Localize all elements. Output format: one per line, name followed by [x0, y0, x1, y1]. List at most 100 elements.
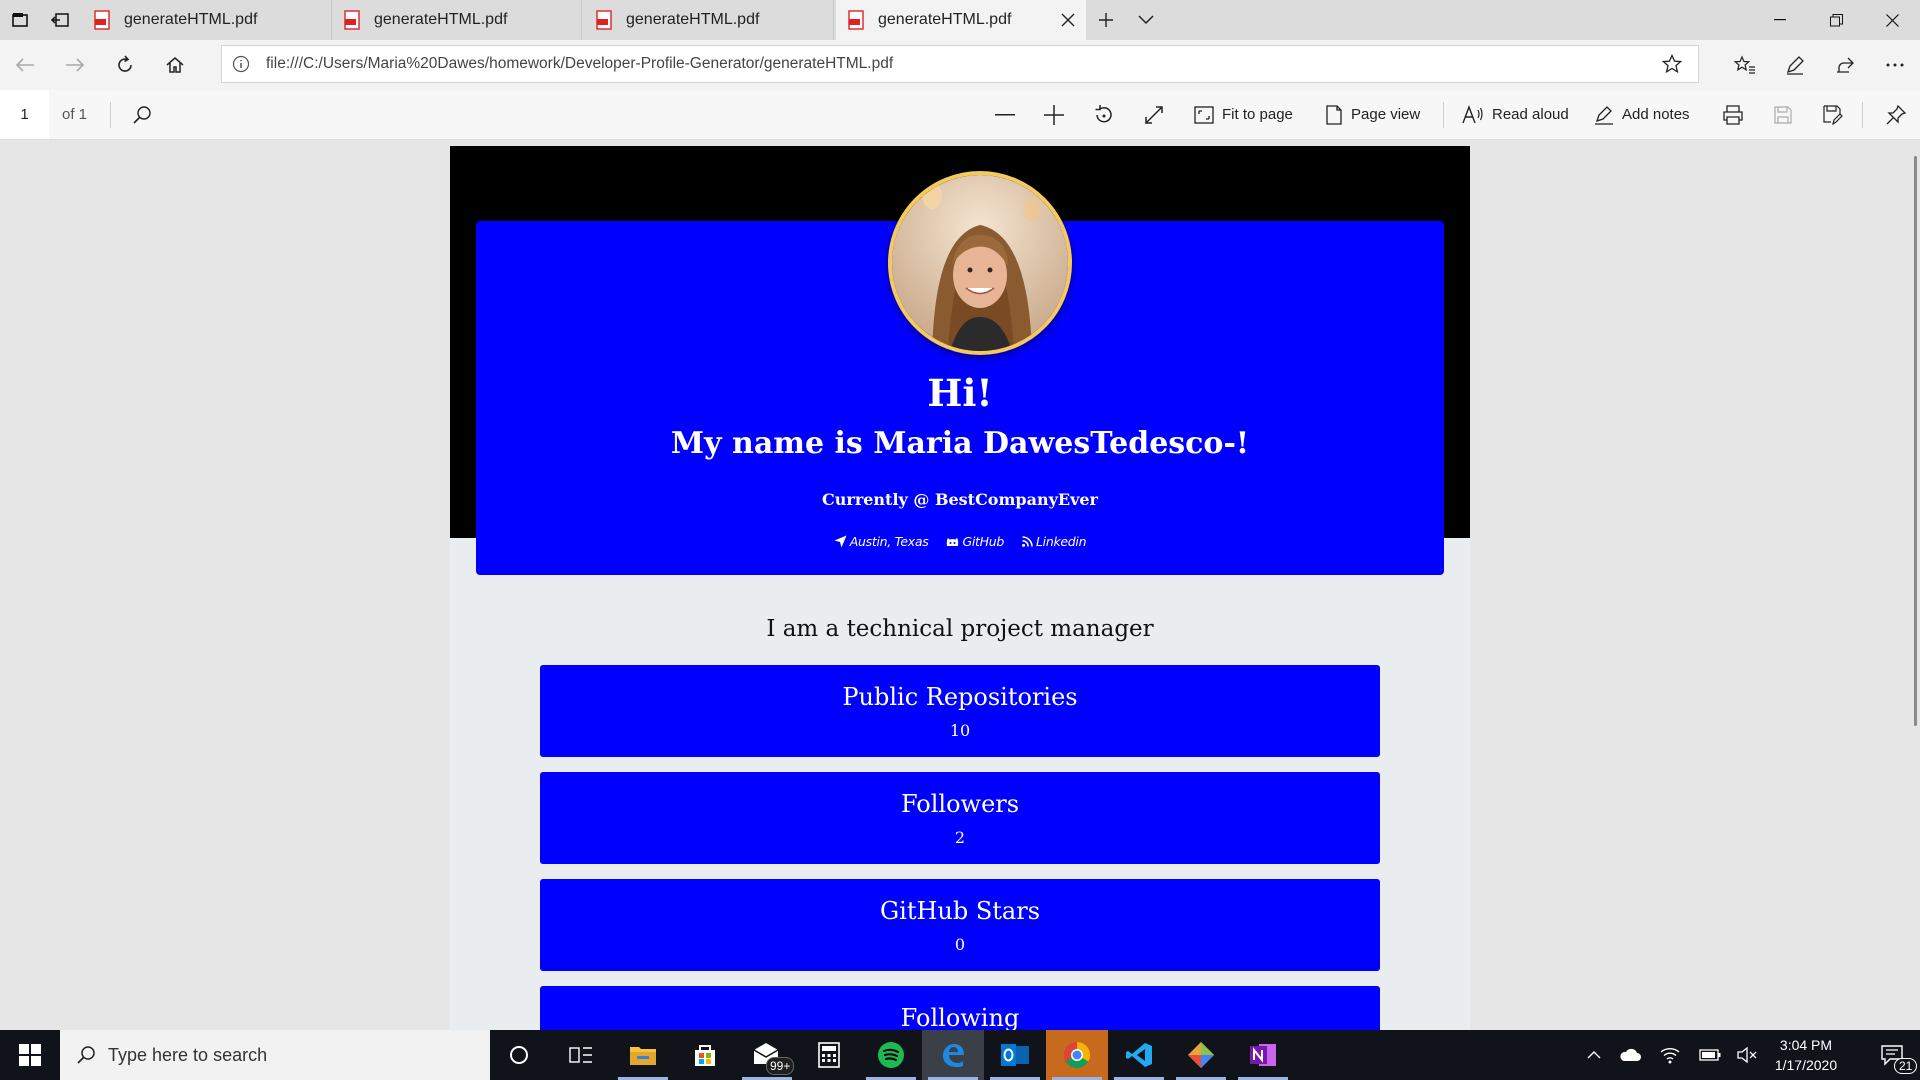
pdf-file-icon	[344, 10, 360, 30]
task-view-icon[interactable]	[550, 1030, 612, 1080]
github-icon	[947, 538, 959, 546]
wifi-icon[interactable]	[1652, 1030, 1688, 1080]
tab-generatehtml-active[interactable]: generateHTML.pdf	[836, 0, 1086, 40]
onenote-icon[interactable]	[1232, 1030, 1294, 1080]
pin-toolbar-icon[interactable]	[1874, 90, 1918, 139]
github-link[interactable]: GitHub	[946, 534, 1004, 549]
zoom-out-icon[interactable]	[983, 90, 1027, 139]
vscode-icon[interactable]	[1108, 1030, 1170, 1080]
add-notes-icon	[1595, 105, 1613, 125]
pdf-file-icon	[848, 10, 864, 30]
greeting-heading: Hi!	[927, 371, 993, 415]
set-tabs-aside-icon[interactable]	[40, 0, 80, 40]
pdf-document-view[interactable]: Hi! My name is Maria DawesTedesco-! Curr…	[0, 140, 1920, 1030]
tab-actions-icon[interactable]	[0, 0, 40, 40]
stat-card-following: Following	[540, 986, 1380, 1030]
stat-card-public-repositories: Public Repositories 10	[540, 665, 1380, 757]
windows-start-icon[interactable]	[0, 1030, 60, 1080]
site-info-icon[interactable]	[232, 55, 250, 73]
file-explorer-icon[interactable]	[612, 1030, 674, 1080]
store-icon[interactable]	[674, 1030, 736, 1080]
location-text: Austin, Texas	[849, 534, 929, 549]
favorites-icon[interactable]	[1720, 40, 1770, 90]
stat-value: 0	[954, 935, 966, 954]
pdf-file-icon	[596, 10, 612, 30]
stat-label: GitHub Stars	[879, 897, 1041, 925]
share-icon[interactable]	[1820, 40, 1870, 90]
add-notes-button[interactable]: Add notes	[1594, 90, 1690, 139]
mail-badge: 99+	[766, 1057, 795, 1075]
clock-date: 1/17/2020	[1774, 1057, 1838, 1073]
stat-card-github-stars: GitHub Stars 0	[540, 879, 1380, 971]
pen-notes-icon[interactable]	[1770, 40, 1820, 90]
edge-icon[interactable]	[922, 1030, 984, 1080]
stat-label: Public Repositories	[842, 683, 1078, 711]
taskbar-clock[interactable]: 3:04 PM 1/17/2020	[1756, 1030, 1856, 1080]
tab-title: generateHTML.pdf	[374, 11, 508, 28]
add-notes-label: Add notes	[1622, 106, 1690, 123]
fullscreen-icon[interactable]	[1132, 90, 1176, 139]
save-as-icon[interactable]	[1811, 90, 1855, 139]
refresh-icon[interactable]	[100, 40, 150, 90]
profile-links: Austin, Texas GitHub Linkedin	[476, 534, 1444, 549]
git-icon[interactable]	[1170, 1030, 1232, 1080]
cortana-icon[interactable]	[488, 1030, 550, 1080]
calculator-icon[interactable]	[798, 1030, 860, 1080]
tab-preview-chevron-down-icon[interactable]	[1126, 0, 1166, 40]
profile-hero-card: Hi! My name is Maria DawesTedesco-! Curr…	[476, 171, 1444, 575]
show-hidden-icons-chevron-up-icon[interactable]	[1576, 1030, 1612, 1080]
address-bar[interactable]: file:///C:/Users/Maria%20Dawes/homework/…	[221, 45, 1699, 83]
read-aloud-button[interactable]: Read aloud	[1462, 90, 1569, 139]
bio-text: I am a technical project manager	[766, 616, 1154, 642]
save-icon[interactable]	[1761, 90, 1805, 139]
outlook-icon[interactable]	[984, 1030, 1046, 1080]
page-view-label: Page view	[1351, 106, 1421, 123]
minimize-icon[interactable]	[1752, 0, 1808, 40]
fit-to-page-button[interactable]: Fit to page	[1194, 90, 1293, 139]
stat-label: Following	[900, 1004, 1020, 1030]
tab-title: generateHTML.pdf	[626, 11, 760, 28]
mail-icon[interactable]: 99+	[736, 1030, 798, 1080]
pdf-toolbar: 1 of 1 Fit to page Page view Read aloud …	[0, 90, 1920, 140]
taskbar-search-box[interactable]: Type here to search	[60, 1030, 490, 1080]
search-icon[interactable]	[120, 90, 164, 139]
tab-generatehtml-1[interactable]: generateHTML.pdf	[82, 0, 332, 40]
zoom-in-icon[interactable]	[1032, 90, 1076, 139]
read-aloud-label: Read aloud	[1492, 106, 1569, 123]
onedrive-cloud-icon[interactable]	[1612, 1030, 1648, 1080]
home-icon[interactable]	[150, 40, 200, 90]
restore-icon[interactable]	[1808, 0, 1864, 40]
print-icon[interactable]	[1711, 90, 1755, 139]
toolbar-divider	[1862, 102, 1863, 128]
page-number-input[interactable]: 1	[0, 90, 49, 139]
toolbar-divider	[110, 102, 111, 128]
tab-generatehtml-3[interactable]: generateHTML.pdf	[584, 0, 834, 40]
page-view-button[interactable]: Page view	[1325, 90, 1420, 139]
back-icon[interactable]	[0, 40, 50, 90]
rotate-icon[interactable]	[1082, 90, 1126, 139]
search-placeholder: Type here to search	[108, 1044, 268, 1065]
forward-icon[interactable]	[50, 40, 100, 90]
url-text: file:///C:/Users/Maria%20Dawes/homework/…	[266, 55, 894, 72]
linkedin-link[interactable]: Linkedin	[1022, 534, 1087, 549]
fit-to-page-label: Fit to page	[1222, 106, 1293, 123]
pdf-page: Hi! My name is Maria DawesTedesco-! Curr…	[450, 146, 1470, 1030]
more-menu-icon[interactable]	[1870, 40, 1920, 90]
tab-generatehtml-2[interactable]: generateHTML.pdf	[332, 0, 582, 40]
github-text: GitHub	[962, 534, 1004, 549]
favorite-star-icon[interactable]	[1662, 54, 1682, 74]
stat-label: Followers	[900, 790, 1020, 818]
toolbar-divider	[1443, 102, 1444, 128]
scrollbar-thumb[interactable]	[1914, 156, 1917, 726]
profile-avatar	[888, 171, 1072, 355]
tab-strip: generateHTML.pdf generateHTML.pdf genera…	[0, 0, 1920, 40]
tab-title: generateHTML.pdf	[878, 11, 1012, 28]
chrome-icon[interactable]	[1046, 1030, 1108, 1080]
location-link[interactable]: Austin, Texas	[834, 534, 929, 549]
spotify-icon[interactable]	[860, 1030, 922, 1080]
close-window-icon[interactable]	[1864, 0, 1920, 40]
close-tab-icon[interactable]	[1058, 10, 1078, 30]
notifications-icon[interactable]: 21	[1864, 1030, 1920, 1080]
battery-icon[interactable]	[1692, 1030, 1728, 1080]
new-tab-icon[interactable]	[1086, 0, 1126, 40]
